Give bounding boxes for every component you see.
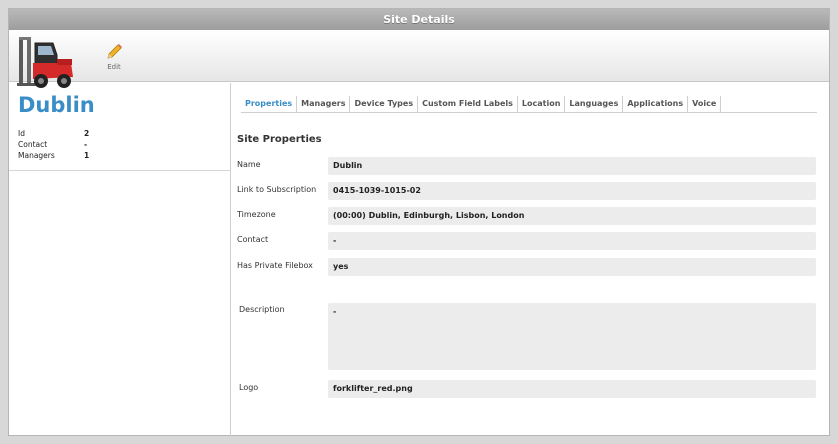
contact-label: Contact [237,235,269,244]
tab-voice[interactable]: Voice [688,96,722,112]
filebox-label: Has Private Filebox [237,261,313,270]
edit-label: Edit [107,63,121,71]
site-properties-panel: Properties Managers Device Types Custom … [231,83,831,437]
info-value: - [84,140,88,149]
tab-managers[interactable]: Managers [297,96,351,112]
site-details-window: Site Details Edit Dublin Id 2 Contact - … [8,8,831,437]
subscription-value: 0415-1039-1015-02 [328,182,816,200]
tab-custom-field-labels[interactable]: Custom Field Labels [418,96,518,112]
section-title: Site Properties [237,134,322,145]
tab-applications[interactable]: Applications [623,96,689,112]
description-value: - [328,303,816,370]
tab-device-types[interactable]: Device Types [350,96,419,112]
tab-bar: Properties Managers Device Types Custom … [241,96,817,113]
site-summary-panel: Dublin Id 2 Contact - Managers 1 [9,83,231,437]
info-label: Id [18,129,25,138]
info-label: Contact [18,140,48,149]
name-value: Dublin [328,157,816,175]
divider [9,170,231,171]
filebox-value: yes [328,258,816,276]
window-title: Site Details [9,9,829,30]
edit-button[interactable]: Edit [101,43,127,75]
contact-value: - [328,232,816,250]
site-name-heading: Dublin [18,93,95,117]
info-value: 1 [84,151,90,160]
name-label: Name [237,160,261,169]
tab-languages[interactable]: Languages [565,96,624,112]
tab-properties[interactable]: Properties [241,96,298,112]
timezone-value: (00:00) Dublin, Edinburgh, Lisbon, Londo… [328,207,816,225]
logo-label: Logo [239,383,259,392]
logo-value: forklifter_red.png [328,380,816,398]
description-label: Description [239,305,285,314]
info-row-id: Id 2 [18,129,218,140]
timezone-label: Timezone [237,210,276,219]
info-label: Managers [18,151,55,160]
info-row-managers: Managers 1 [18,151,218,162]
info-row-contact: Contact - [18,140,218,151]
subscription-label: Link to Subscription [237,185,317,194]
pencil-icon [107,44,122,59]
tab-location[interactable]: Location [518,96,566,112]
site-info-list: Id 2 Contact - Managers 1 [18,129,218,162]
toolbar: Edit [9,30,829,88]
info-value: 2 [84,129,90,138]
